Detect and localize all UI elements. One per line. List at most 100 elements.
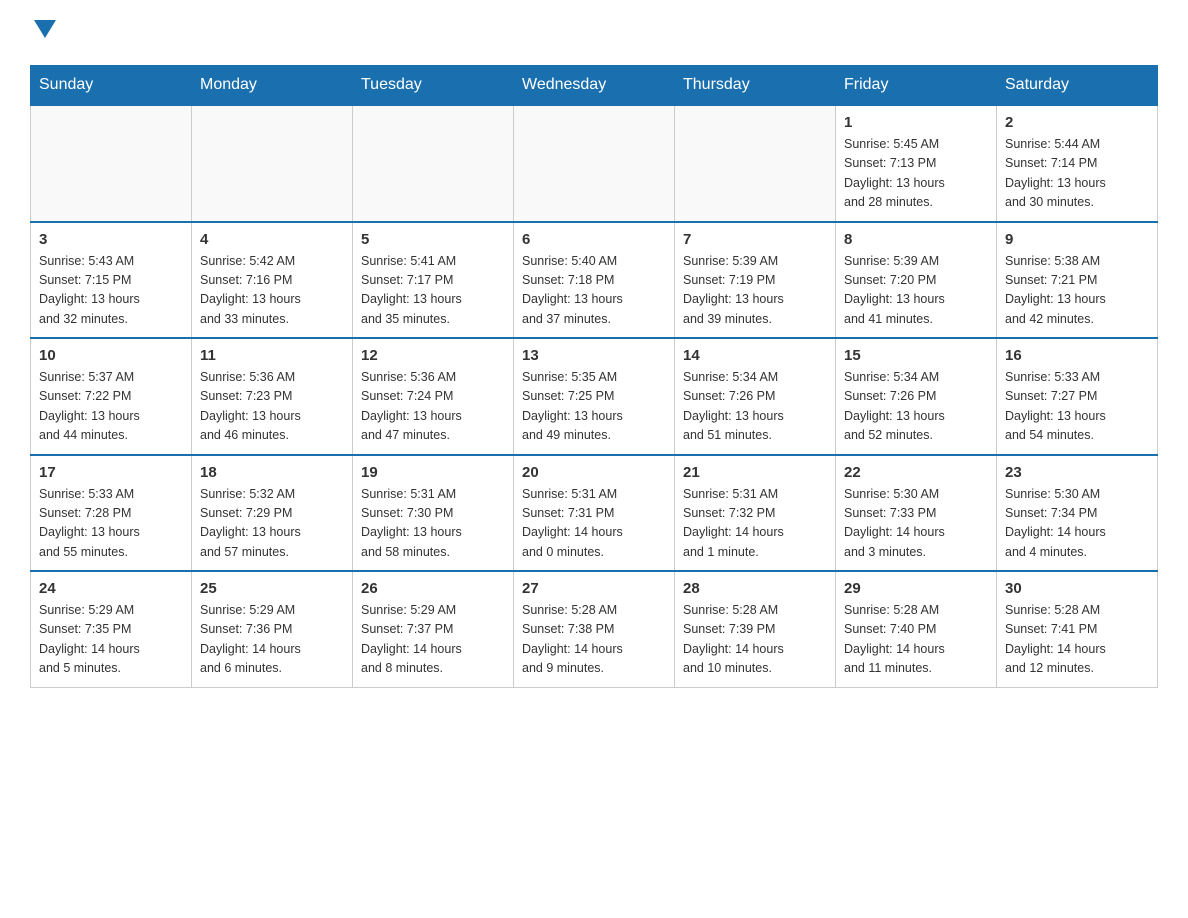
calendar-week-1: 3 Sunrise: 5:43 AM Sunset: 7:15 PM Daylig… <box>31 222 1158 339</box>
day-info: Sunrise: 5:30 AM Sunset: 7:34 PM Dayligh… <box>1005 485 1149 563</box>
header-sunday: Sunday <box>31 66 192 106</box>
calendar-cell <box>675 105 836 222</box>
calendar-cell: 30 Sunrise: 5:28 AM Sunset: 7:41 PM Dayli… <box>997 571 1158 687</box>
logo <box>30 20 56 45</box>
calendar-cell: 5 Sunrise: 5:41 AM Sunset: 7:17 PM Daylig… <box>353 222 514 339</box>
day-number: 29 <box>844 580 988 597</box>
day-info: Sunrise: 5:33 AM Sunset: 7:27 PM Dayligh… <box>1005 368 1149 446</box>
day-info: Sunrise: 5:29 AM Sunset: 7:35 PM Dayligh… <box>39 601 183 679</box>
day-number: 6 <box>522 231 666 248</box>
day-info: Sunrise: 5:28 AM Sunset: 7:40 PM Dayligh… <box>844 601 988 679</box>
day-number: 28 <box>683 580 827 597</box>
header-thursday: Thursday <box>675 66 836 106</box>
day-number: 23 <box>1005 464 1149 481</box>
day-number: 11 <box>200 347 344 364</box>
day-number: 2 <box>1005 114 1149 131</box>
calendar-cell: 24 Sunrise: 5:29 AM Sunset: 7:35 PM Dayli… <box>31 571 192 687</box>
day-info: Sunrise: 5:36 AM Sunset: 7:24 PM Dayligh… <box>361 368 505 446</box>
calendar-week-2: 10 Sunrise: 5:37 AM Sunset: 7:22 PM Dayli… <box>31 338 1158 455</box>
day-info: Sunrise: 5:31 AM Sunset: 7:32 PM Dayligh… <box>683 485 827 563</box>
calendar-cell: 23 Sunrise: 5:30 AM Sunset: 7:34 PM Dayli… <box>997 455 1158 572</box>
day-number: 30 <box>1005 580 1149 597</box>
day-info: Sunrise: 5:39 AM Sunset: 7:20 PM Dayligh… <box>844 252 988 330</box>
calendar-cell: 26 Sunrise: 5:29 AM Sunset: 7:37 PM Dayli… <box>353 571 514 687</box>
day-info: Sunrise: 5:37 AM Sunset: 7:22 PM Dayligh… <box>39 368 183 446</box>
calendar-cell: 15 Sunrise: 5:34 AM Sunset: 7:26 PM Dayli… <box>836 338 997 455</box>
day-info: Sunrise: 5:29 AM Sunset: 7:37 PM Dayligh… <box>361 601 505 679</box>
calendar-cell: 28Sunrise: 5:28 AM Sunset: 7:39 PM Dayli… <box>675 571 836 687</box>
day-info: Sunrise: 5:28 AM Sunset: 7:38 PM Dayligh… <box>522 601 666 679</box>
day-number: 8 <box>844 231 988 248</box>
calendar-cell: 18 Sunrise: 5:32 AM Sunset: 7:29 PM Dayli… <box>192 455 353 572</box>
calendar-cell: 3 Sunrise: 5:43 AM Sunset: 7:15 PM Daylig… <box>31 222 192 339</box>
day-number: 27 <box>522 580 666 597</box>
day-info: Sunrise: 5:38 AM Sunset: 7:21 PM Dayligh… <box>1005 252 1149 330</box>
day-number: 12 <box>361 347 505 364</box>
day-number: 13 <box>522 347 666 364</box>
day-number: 22 <box>844 464 988 481</box>
day-info: Sunrise: 5:40 AM Sunset: 7:18 PM Dayligh… <box>522 252 666 330</box>
day-number: 9 <box>1005 231 1149 248</box>
day-number: 15 <box>844 347 988 364</box>
calendar-cell: 13 Sunrise: 5:35 AM Sunset: 7:25 PM Dayli… <box>514 338 675 455</box>
header-monday: Monday <box>192 66 353 106</box>
day-info: Sunrise: 5:42 AM Sunset: 7:16 PM Dayligh… <box>200 252 344 330</box>
calendar-cell <box>192 105 353 222</box>
day-info: Sunrise: 5:34 AM Sunset: 7:26 PM Dayligh… <box>844 368 988 446</box>
day-info: Sunrise: 5:43 AM Sunset: 7:15 PM Dayligh… <box>39 252 183 330</box>
logo-triangle-icon <box>34 20 56 43</box>
calendar-cell: 8 Sunrise: 5:39 AM Sunset: 7:20 PM Daylig… <box>836 222 997 339</box>
day-number: 10 <box>39 347 183 364</box>
day-info: Sunrise: 5:34 AM Sunset: 7:26 PM Dayligh… <box>683 368 827 446</box>
day-number: 18 <box>200 464 344 481</box>
calendar-week-4: 24 Sunrise: 5:29 AM Sunset: 7:35 PM Dayli… <box>31 571 1158 687</box>
calendar-cell <box>31 105 192 222</box>
day-number: 5 <box>361 231 505 248</box>
day-info: Sunrise: 5:30 AM Sunset: 7:33 PM Dayligh… <box>844 485 988 563</box>
calendar-cell: 16 Sunrise: 5:33 AM Sunset: 7:27 PM Dayli… <box>997 338 1158 455</box>
calendar-cell: 10 Sunrise: 5:37 AM Sunset: 7:22 PM Dayli… <box>31 338 192 455</box>
day-info: Sunrise: 5:31 AM Sunset: 7:30 PM Dayligh… <box>361 485 505 563</box>
day-number: 19 <box>361 464 505 481</box>
calendar-cell <box>353 105 514 222</box>
calendar-week-0: 1Sunrise: 5:45 AM Sunset: 7:13 PM Daylig… <box>31 105 1158 222</box>
calendar-cell: 14Sunrise: 5:34 AM Sunset: 7:26 PM Dayli… <box>675 338 836 455</box>
day-info: Sunrise: 5:31 AM Sunset: 7:31 PM Dayligh… <box>522 485 666 563</box>
header-friday: Friday <box>836 66 997 106</box>
header-tuesday: Tuesday <box>353 66 514 106</box>
calendar-cell: 19 Sunrise: 5:31 AM Sunset: 7:30 PM Dayli… <box>353 455 514 572</box>
day-number: 16 <box>1005 347 1149 364</box>
day-number: 25 <box>200 580 344 597</box>
calendar-cell: 2 Sunrise: 5:44 AM Sunset: 7:14 PM Daylig… <box>997 105 1158 222</box>
calendar-cell: 25Sunrise: 5:29 AM Sunset: 7:36 PM Dayli… <box>192 571 353 687</box>
day-info: Sunrise: 5:35 AM Sunset: 7:25 PM Dayligh… <box>522 368 666 446</box>
calendar-cell: 21 Sunrise: 5:31 AM Sunset: 7:32 PM Dayli… <box>675 455 836 572</box>
day-number: 21 <box>683 464 827 481</box>
day-info: Sunrise: 5:41 AM Sunset: 7:17 PM Dayligh… <box>361 252 505 330</box>
calendar-table: Sunday Monday Tuesday Wednesday Thursday… <box>30 65 1158 688</box>
calendar-cell: 11 Sunrise: 5:36 AM Sunset: 7:23 PM Dayli… <box>192 338 353 455</box>
calendar-week-3: 17Sunrise: 5:33 AM Sunset: 7:28 PM Dayli… <box>31 455 1158 572</box>
day-number: 24 <box>39 580 183 597</box>
day-number: 20 <box>522 464 666 481</box>
page-header <box>30 20 1158 45</box>
day-info: Sunrise: 5:44 AM Sunset: 7:14 PM Dayligh… <box>1005 135 1149 213</box>
day-number: 4 <box>200 231 344 248</box>
day-number: 26 <box>361 580 505 597</box>
day-info: Sunrise: 5:28 AM Sunset: 7:41 PM Dayligh… <box>1005 601 1149 679</box>
day-number: 3 <box>39 231 183 248</box>
day-number: 17 <box>39 464 183 481</box>
header-saturday: Saturday <box>997 66 1158 106</box>
calendar-cell: 29 Sunrise: 5:28 AM Sunset: 7:40 PM Dayli… <box>836 571 997 687</box>
calendar-cell: 6 Sunrise: 5:40 AM Sunset: 7:18 PM Daylig… <box>514 222 675 339</box>
day-number: 7 <box>683 231 827 248</box>
calendar-cell <box>514 105 675 222</box>
calendar-header-row: Sunday Monday Tuesday Wednesday Thursday… <box>31 66 1158 106</box>
calendar-cell: 9 Sunrise: 5:38 AM Sunset: 7:21 PM Daylig… <box>997 222 1158 339</box>
calendar-cell: 27 Sunrise: 5:28 AM Sunset: 7:38 PM Dayli… <box>514 571 675 687</box>
header-wednesday: Wednesday <box>514 66 675 106</box>
day-info: Sunrise: 5:32 AM Sunset: 7:29 PM Dayligh… <box>200 485 344 563</box>
day-info: Sunrise: 5:36 AM Sunset: 7:23 PM Dayligh… <box>200 368 344 446</box>
calendar-cell: 1Sunrise: 5:45 AM Sunset: 7:13 PM Daylig… <box>836 105 997 222</box>
calendar-cell: 4 Sunrise: 5:42 AM Sunset: 7:16 PM Daylig… <box>192 222 353 339</box>
